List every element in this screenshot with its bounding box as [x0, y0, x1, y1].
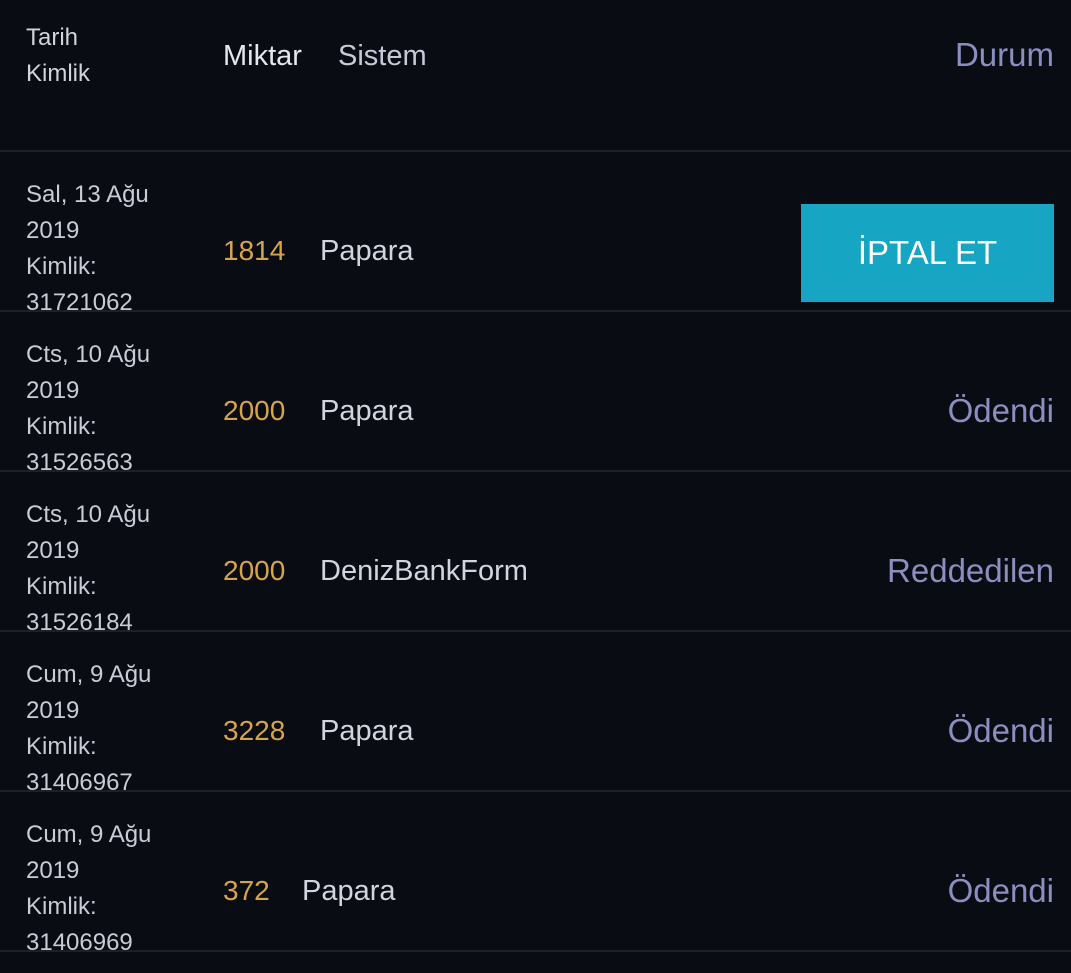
amount: 1814: [223, 235, 286, 266]
id-label: Kimlik:: [26, 573, 97, 600]
date-text: Sal, 13 Ağu: [26, 181, 149, 208]
id-label: Kimlik:: [26, 253, 97, 280]
date-text: Cts, 10 Ağu: [26, 501, 151, 528]
date-text: Cum, 9 Ağu: [26, 821, 152, 848]
divider: [0, 630, 1071, 632]
cancel-button[interactable]: İPTAL ET: [801, 204, 1054, 302]
table-row: Sal, 13 Ağu 2019 Kimlik: 31721062 1814 P…: [0, 153, 1071, 310]
status-column-header: Durum: [954, 36, 1054, 73]
date-text: Cum, 9 Ağu: [26, 661, 152, 688]
divider: [0, 470, 1071, 472]
payment-system: Papara: [320, 715, 414, 747]
date-id-column-header: Tarih Kimlik: [26, 20, 206, 92]
amount: 2000: [223, 555, 286, 586]
table-row: Cum, 9 Ağu 2019 Kimlik: 31406969 372 Pap…: [0, 793, 1071, 950]
year-text: 2019: [26, 857, 80, 884]
id-label: Kimlik:: [26, 733, 97, 760]
transaction-id: 31406969: [26, 929, 133, 950]
transaction-date-id: Cts, 10 Ağu 2019 Kimlik: 31526184: [26, 497, 206, 630]
year-text: 2019: [26, 537, 80, 564]
transaction-id: 31721062: [26, 289, 133, 310]
transaction-id: 31406967: [26, 769, 133, 790]
status-badge: Ödendi: [947, 872, 1054, 909]
payment-system: Papara: [320, 395, 414, 427]
status-badge: Reddedilen: [887, 552, 1054, 589]
amount-column-header: Miktar: [223, 40, 302, 72]
system-column-header: Sistem: [338, 40, 427, 72]
amount: 2000: [223, 395, 286, 426]
id-label: Kimlik:: [26, 413, 97, 440]
transaction-id: 31526563: [26, 449, 133, 470]
amount: 372: [223, 875, 270, 906]
year-text: 2019: [26, 217, 80, 244]
payment-system: DenizBankForm: [320, 555, 528, 587]
transaction-date-id: Cum, 9 Ağu 2019 Kimlik: 31406967: [26, 657, 206, 790]
date-column-label: Tarih: [26, 24, 79, 51]
payment-system: Papara: [302, 875, 396, 907]
status-badge: Ödendi: [947, 712, 1054, 749]
id-column-label: Kimlik: [26, 60, 90, 87]
divider: [0, 150, 1071, 152]
payment-system: Papara: [320, 235, 414, 267]
transaction-date-id: Sal, 13 Ağu 2019 Kimlik: 31721062: [26, 177, 206, 310]
id-label: Kimlik:: [26, 893, 97, 920]
transaction-id: 31526184: [26, 609, 133, 630]
date-text: Cts, 10 Ağu: [26, 341, 151, 368]
table-row: Cum, 9 Ağu 2019 Kimlik: 31406967 3228 Pa…: [0, 633, 1071, 790]
amount: 3228: [223, 715, 286, 746]
divider: [0, 310, 1071, 312]
table-row: Cts, 10 Ağu 2019 Kimlik: 31526184 2000 D…: [0, 473, 1071, 630]
transaction-date-id: Cts, 10 Ağu 2019 Kimlik: 31526563: [26, 337, 206, 470]
table-row: Cts, 10 Ağu 2019 Kimlik: 31526563 2000 P…: [0, 313, 1071, 470]
year-text: 2019: [26, 377, 80, 404]
transaction-date-id: Cum, 9 Ağu 2019 Kimlik: 31406969: [26, 817, 206, 950]
table-header: Tarih Kimlik Miktar Sistem Durum: [0, 0, 1071, 150]
status-badge: Ödendi: [947, 392, 1054, 429]
year-text: 2019: [26, 697, 80, 724]
divider: [0, 790, 1071, 792]
divider: [0, 950, 1071, 952]
